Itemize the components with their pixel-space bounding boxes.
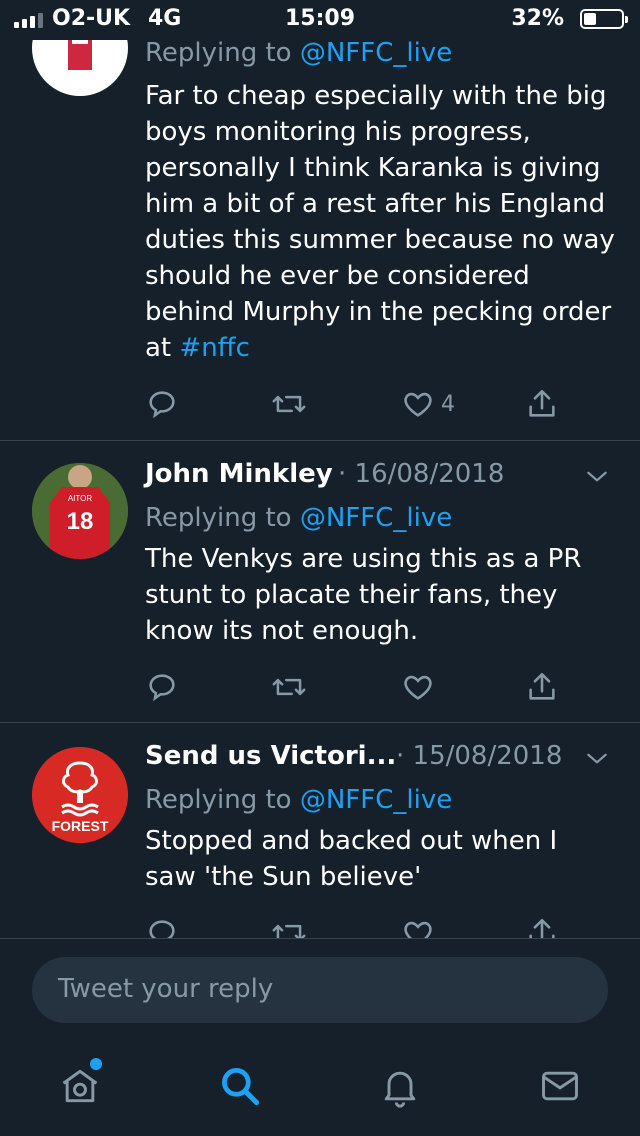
hashtag-link[interactable]: #nffc (179, 333, 249, 363)
svg-text:AITOR: AITOR (68, 494, 93, 503)
reply-icon (149, 674, 175, 702)
forest-logo-icon: FOREST (32, 747, 128, 843)
replying-label: Replying to (145, 785, 300, 815)
football-shirt-icon: AITOR 18 (32, 463, 128, 559)
battery-icon (580, 9, 628, 29)
mention-link[interactable]: @NFFC_live (300, 785, 452, 815)
heart-icon (404, 921, 432, 938)
tweet-date: · 15/08/2018 (396, 741, 563, 771)
battery-percent: 32% (511, 6, 564, 31)
share-icon (529, 389, 555, 417)
retweet-icon (272, 678, 306, 696)
search-icon (222, 1068, 260, 1106)
share-button[interactable] (525, 667, 559, 707)
tweet-text: Far to cheap especially with the big boy… (145, 78, 615, 366)
tweet-actions: 4 (145, 384, 585, 424)
chevron-down-icon[interactable] (584, 463, 610, 489)
reply-button[interactable] (145, 913, 179, 938)
reply-placeholder: Tweet your reply (58, 974, 274, 1004)
reply-icon (149, 391, 175, 419)
reply-button[interactable] (145, 384, 179, 424)
replying-to: Replying to @NFFC_live (145, 785, 452, 815)
heart-icon (404, 675, 432, 700)
reply-button[interactable] (145, 667, 179, 707)
status-bar: O2-UK 4G 15:09 32% (0, 0, 640, 40)
tweet-text: Stopped and backed out when I saw 'the S… (145, 826, 558, 892)
avatar[interactable]: AITOR 18 (32, 463, 128, 559)
like-button[interactable]: 4 (401, 384, 455, 424)
retweet-button[interactable] (271, 384, 307, 424)
new-content-dot (88, 1056, 104, 1072)
heart-icon (404, 392, 432, 417)
tab-messages[interactable] (532, 1058, 588, 1114)
mention-link[interactable]: @NFFC_live (300, 503, 452, 533)
retweet-icon (272, 395, 306, 413)
display-name[interactable]: John Minkley (145, 459, 333, 489)
svg-text:18: 18 (67, 508, 94, 535)
display-name[interactable]: Send us Victori... (145, 741, 396, 771)
like-count: 4 (441, 391, 455, 417)
tweet-2[interactable]: AITOR 18 John Minkley · 16/08/2018 Reply… (0, 441, 640, 721)
tweet-reply-input[interactable]: Tweet your reply (32, 957, 608, 1023)
retweet-button[interactable] (271, 667, 307, 707)
like-button[interactable] (401, 667, 435, 707)
tweet-body: Far to cheap especially with the big boy… (145, 81, 615, 363)
messages-icon (542, 1071, 578, 1101)
bottom-tab-bar (0, 1030, 640, 1136)
chevron-down-icon[interactable] (584, 745, 610, 771)
replying-label: Replying to (145, 38, 300, 68)
replying-label: Replying to (145, 503, 300, 533)
mention-link[interactable]: @NFFC_live (300, 38, 452, 68)
retweet-icon (272, 924, 306, 938)
replying-to: Replying to @NFFC_live (145, 38, 452, 68)
tweet-actions (145, 667, 585, 707)
share-button[interactable] (525, 384, 559, 424)
tab-search[interactable] (212, 1058, 268, 1114)
notifications-icon (384, 1071, 416, 1108)
replying-to: Replying to @NFFC_live (145, 503, 452, 533)
avatar[interactable]: FOREST (32, 747, 128, 843)
like-button[interactable] (401, 913, 435, 938)
share-icon (529, 918, 555, 938)
tweet-text: The Venkys are using this as a PR stunt … (145, 544, 582, 646)
forest-logo-text: FOREST (52, 818, 109, 834)
reply-composer-bar: Tweet your reply (0, 938, 640, 1029)
reply-icon (149, 920, 175, 938)
tab-notifications[interactable] (372, 1058, 428, 1114)
tweet-actions (145, 913, 585, 938)
tweet-1[interactable]: Replying to @NFFC_live Far to cheap espe… (0, 0, 640, 440)
share-button[interactable] (525, 913, 559, 938)
share-icon (529, 672, 555, 700)
tweet-date: · 16/08/2018 (338, 459, 505, 489)
tweet-feed[interactable]: Replying to @NFFC_live Far to cheap espe… (0, 0, 640, 938)
tweet-3[interactable]: FOREST Send us Victori... · 15/08/2018 R… (0, 723, 640, 938)
retweet-button[interactable] (271, 913, 307, 938)
